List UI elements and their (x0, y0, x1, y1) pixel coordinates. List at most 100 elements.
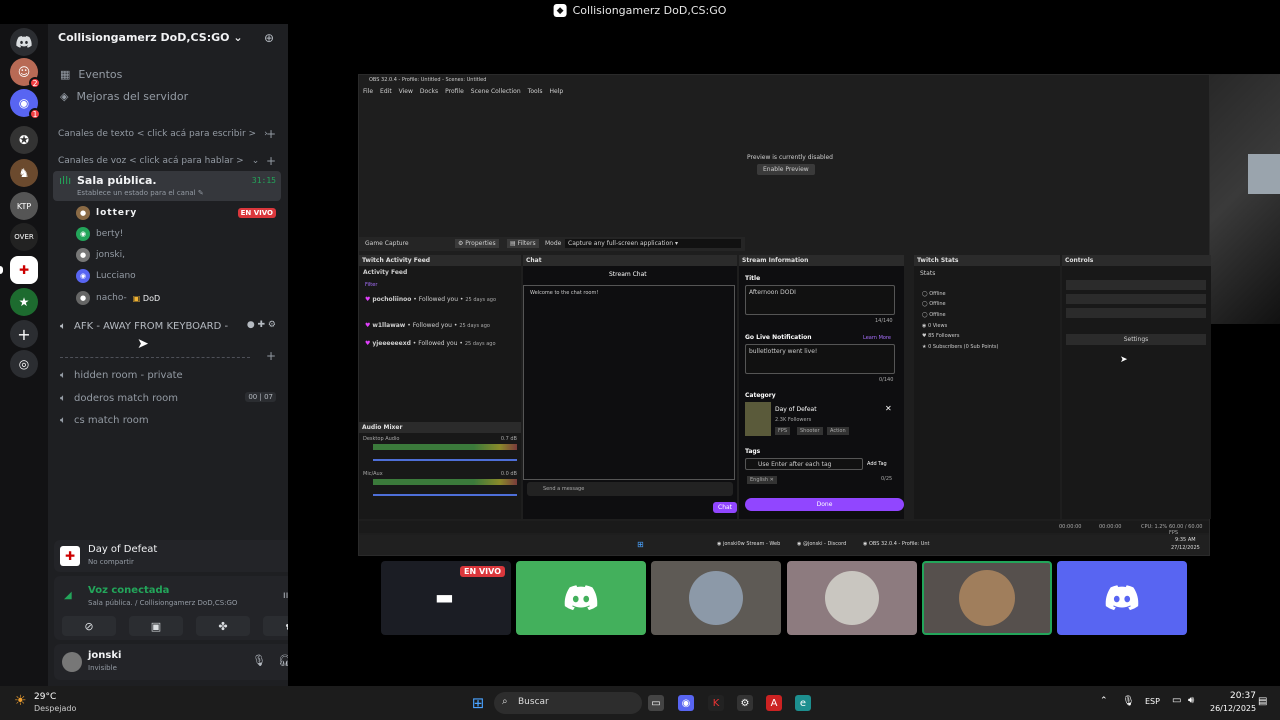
info-header: Stream Information (739, 255, 904, 266)
chat-input[interactable]: Send a message (527, 482, 733, 496)
channel-cs-match[interactable]: 🔈︎ cs match room (60, 410, 278, 430)
voice-activity-icon: ıllı (59, 174, 72, 187)
remove-category-icon[interactable]: ✕ (885, 404, 892, 413)
tags-input[interactable]: Use Enter after each tag (745, 458, 863, 470)
voice-user-jonski[interactable]: ● jonski, (76, 248, 125, 262)
channel-afk[interactable]: 🔈︎ AFK - AWAY FROM KEYBOARD - (60, 316, 278, 336)
learn-more-link[interactable]: Learn More (863, 335, 891, 341)
screen-icon: ▬ (435, 585, 454, 609)
camera-button[interactable]: ⊘ (62, 616, 116, 636)
add-voice-channel-icon[interactable]: + (266, 154, 276, 168)
enable-preview-button[interactable]: Enable Preview (757, 164, 815, 175)
voice-channel-active[interactable]: ıllı Sala pública. Establece un estado p… (53, 171, 281, 201)
server-icon-active[interactable]: ✚ (10, 256, 38, 284)
filters-button[interactable]: ▤ Filters (507, 239, 539, 248)
divider (60, 357, 250, 358)
tray-expand-icon[interactable]: ⌃ (1100, 696, 1108, 706)
app-a-icon[interactable]: A (766, 695, 782, 711)
category-text[interactable]: Canales de texto < click acá para escrib… (58, 124, 278, 144)
voice-controls: ⊘ ▣ ✤ ✿ (62, 616, 317, 636)
dm-avatar-2[interactable]: ◉ 1 (10, 89, 41, 120)
voice-user-berty[interactable]: ◉ berty! (76, 227, 123, 241)
start-icon[interactable]: ⊞ (470, 694, 486, 712)
server-name[interactable]: Collisiongamerz DoD,CS:GO ⌄ (58, 31, 243, 44)
server-icon-2[interactable]: ♞ (10, 159, 38, 187)
discord-avatar-icon (1105, 585, 1139, 611)
tile-user-2[interactable] (651, 561, 781, 635)
volume-slider[interactable] (373, 494, 517, 496)
voice-user-lottery[interactable]: ● lottery (76, 206, 137, 220)
network-icon[interactable]: ▭ (1172, 695, 1181, 706)
chat-header: Chat (523, 255, 737, 266)
done-button[interactable]: Done (745, 498, 904, 511)
server-icon-3[interactable]: ★ (10, 288, 38, 316)
source-toolbar: Game Capture ⚙ Properties ▤ Filters Mode… (359, 237, 745, 251)
mode-select[interactable]: Capture any full-screen application ▾ (565, 239, 741, 248)
app-icon: ◆ (553, 4, 567, 17)
nav-boosts[interactable]: ◈ Mejoras del servidor (60, 86, 278, 106)
volume-meter (373, 479, 517, 485)
screen-share-button[interactable]: ▣ (129, 616, 183, 636)
volume-icon[interactable]: 🔊︎ (1188, 695, 1194, 706)
event-row: ♥ w1llawaw • Followed you • 25 days ago (365, 322, 490, 329)
discord-taskbar-icon[interactable]: ◉ (678, 695, 694, 711)
avatar[interactable] (62, 652, 82, 672)
tag-chip[interactable]: English ✕ (747, 476, 777, 484)
tile-user-speaking[interactable] (922, 561, 1052, 635)
steam-icon[interactable]: ⚙ (737, 695, 753, 711)
mic-tray-icon[interactable]: 🎙︎ (1122, 696, 1135, 707)
cursor-icon: ➤ (1120, 355, 1128, 365)
settings-button[interactable]: Settings (1066, 334, 1206, 345)
live-badge: EN VIVO (237, 208, 276, 218)
voice-user-nacho[interactable]: ● nacho- ▣ DoD (76, 291, 160, 305)
dm-avatar-1[interactable]: ☺ 2 (10, 58, 41, 89)
discord-avatar-icon (564, 585, 598, 611)
add-tag-button[interactable]: Add Tag (867, 461, 887, 467)
volume-slider[interactable] (373, 459, 517, 461)
avatar: ◉ (76, 227, 90, 241)
explore-icon[interactable]: ◎ (10, 350, 38, 378)
title-input[interactable]: Afternoon DODI (745, 285, 895, 315)
dock-header: Twitch Activity Feed (359, 255, 521, 266)
channel-status[interactable]: Establece un estado para el canal ✎ (77, 189, 204, 197)
edge-icon[interactable]: e (795, 695, 811, 711)
properties-button[interactable]: ⚙ Properties (455, 239, 499, 248)
chat-button[interactable]: Chat (713, 502, 738, 513)
nav-events[interactable]: ▦ Eventos (60, 64, 278, 84)
task-view-icon[interactable]: ▭ (648, 695, 664, 711)
server-icon-1[interactable]: ✪ (10, 126, 38, 154)
invite-icon[interactable]: ⊕ (264, 31, 274, 45)
tile-user-3[interactable] (787, 561, 917, 635)
tile-user-1[interactable] (516, 561, 646, 635)
category-voice[interactable]: Canales de voz < click acá para hablar >… (58, 151, 278, 171)
speaker-icon: 🔈︎ (60, 414, 66, 426)
tile-user-4[interactable] (1057, 561, 1187, 635)
mixer-header: Audio Mixer (359, 422, 521, 433)
notifications-icon[interactable]: ▤ (1258, 696, 1267, 707)
avatar: ● (76, 248, 90, 262)
channel-hidden-room[interactable]: 🔈︎ hidden room - private (60, 365, 278, 385)
tile-stream[interactable]: EN VIVO ▬ (381, 561, 511, 635)
search-box[interactable]: ⌕ Buscar (494, 692, 642, 714)
microphone-icon[interactable]: 🎙︎ (252, 654, 266, 667)
server-icon-ktp[interactable]: KTP (10, 192, 38, 220)
add-server-icon[interactable]: + (10, 320, 38, 348)
filter-button[interactable]: Filter (365, 282, 377, 288)
add-channel-icon[interactable]: + (266, 349, 276, 363)
screen-icon: ▣ (150, 619, 162, 633)
channel-settings-icon[interactable]: ● ✚ ⚙ (247, 320, 276, 330)
chat-log: Welcome to the chat room! (523, 285, 735, 480)
voice-user-lucciano[interactable]: ◉ Lucciano (76, 269, 136, 283)
inner-taskbar: ⊞ ◉ jonski0w Stream - Web ◉ @jonski - Di… (359, 535, 1209, 555)
discord-home-icon[interactable] (10, 28, 38, 56)
server-icon-over[interactable]: OVER (10, 223, 38, 251)
weather-icon[interactable]: ☀ (14, 693, 27, 709)
app-k-icon[interactable]: K (708, 695, 724, 711)
add-text-channel-icon[interactable]: + (266, 127, 276, 141)
avatar (825, 571, 879, 625)
activities-button[interactable]: ✤ (196, 616, 250, 636)
windows-icon: ⊞ (637, 540, 644, 549)
obs-menu: File Edit View Docks Profile Scene Collection… (363, 88, 564, 95)
golive-input[interactable]: bulletlottery went live! (745, 344, 895, 374)
volume-meter (373, 444, 517, 450)
